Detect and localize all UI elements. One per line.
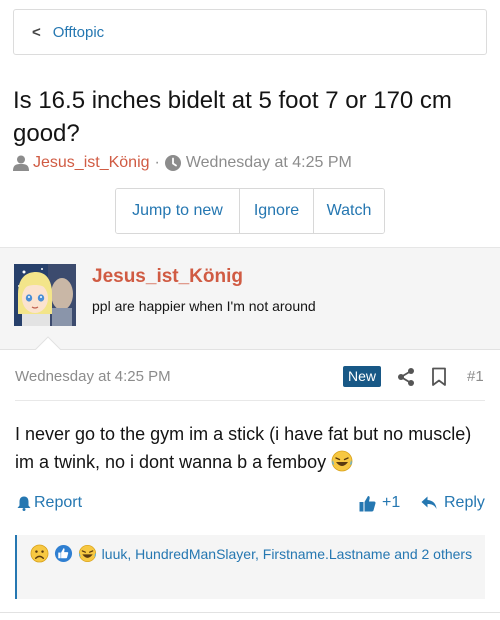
clock-icon xyxy=(164,155,181,171)
jump-to-new-button[interactable]: Jump to new xyxy=(116,189,239,233)
laugh-cry-emoji-icon xyxy=(331,450,353,472)
reactions-users-link[interactable]: luuk, HundredManSlayer, Firstname.Lastna… xyxy=(102,546,472,562)
like-button[interactable]: +1 xyxy=(359,494,400,512)
message-text: I never go to the gym im a stick (i have… xyxy=(15,424,472,472)
meta-separator: · xyxy=(154,154,160,171)
breadcrumb[interactable]: < Offtopic xyxy=(13,9,487,55)
post-date-link[interactable]: Wednesday at 4:25 PM xyxy=(15,368,171,385)
thread-title: Is 16.5 inches bidelt at 5 foot 7 or 170… xyxy=(13,87,452,147)
post-username-link[interactable]: Jesus_ist_König xyxy=(92,266,243,288)
post-arrow-decoration xyxy=(34,336,62,351)
watch-button[interactable]: Watch xyxy=(313,189,384,233)
laugh-cry-emoji-icon xyxy=(78,544,96,563)
ignore-button[interactable]: Ignore xyxy=(239,189,313,233)
reply-label: Reply xyxy=(444,494,485,511)
post-user-header: Jesus_ist_König ppl are happier when I'm… xyxy=(0,247,500,350)
thumbs-up-icon xyxy=(359,495,376,511)
post-user-status: ppl are happier when I'm not around xyxy=(92,298,316,314)
message-meta: Wednesday at 4:25 PM New #1 xyxy=(15,366,487,388)
breadcrumb-link-offtopic[interactable]: Offtopic xyxy=(53,24,104,41)
reactions-bar[interactable]: luuk, HundredManSlayer, Firstname.Lastna… xyxy=(15,535,485,599)
reply-arrow-icon xyxy=(421,496,437,509)
message-body: I never go to the gym im a stick (i have… xyxy=(15,420,490,476)
warning-bell-icon xyxy=(17,496,31,511)
report-button[interactable]: Report xyxy=(17,494,82,512)
share-icon[interactable] xyxy=(397,367,415,387)
user-icon xyxy=(13,155,29,171)
reply-button[interactable]: Reply xyxy=(421,494,485,512)
message-actions: Report +1 Reply xyxy=(17,494,487,516)
avatar[interactable] xyxy=(14,264,76,326)
divider xyxy=(15,400,485,401)
new-badge: New xyxy=(343,366,382,387)
report-label: Report xyxy=(34,494,83,511)
like-reaction-icon xyxy=(54,544,72,563)
chevron-left-icon: < xyxy=(32,23,41,41)
sad-face-icon xyxy=(30,544,49,563)
thread-author-link[interactable]: Jesus_ist_König xyxy=(33,154,150,172)
divider xyxy=(0,612,500,613)
thread-actions: Jump to new Ignore Watch xyxy=(115,188,385,234)
bookmark-icon[interactable] xyxy=(431,367,447,387)
post-number-link[interactable]: #1 xyxy=(467,368,484,385)
like-count: +1 xyxy=(382,494,401,511)
thread-meta: Jesus_ist_König · Wednesday at 4:25 PM xyxy=(13,152,352,174)
thread-date-link[interactable]: Wednesday at 4:25 PM xyxy=(186,154,352,172)
